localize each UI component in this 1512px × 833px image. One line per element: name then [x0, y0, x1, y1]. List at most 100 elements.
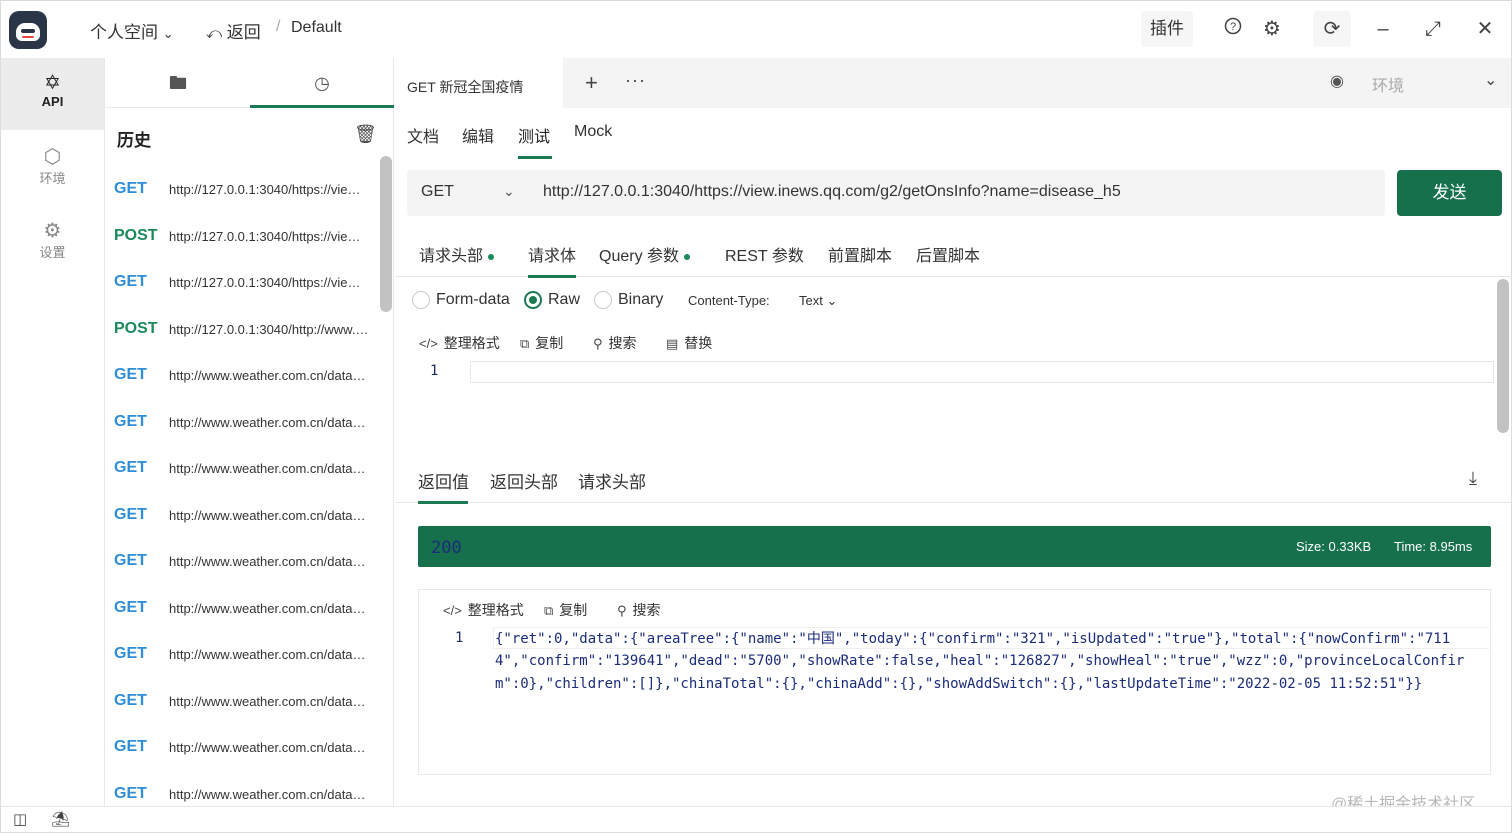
content-type-select[interactable]: Text ⌄ — [799, 293, 837, 309]
status-dot — [488, 253, 495, 260]
history-item[interactable]: GET http://127.0.0.1:3040/https://view.in… — [106, 166, 378, 213]
tab-response-body[interactable]: 返回值 — [418, 468, 469, 493]
history-url: http://www.weather.com.cn/data/sk/101010… — [169, 554, 369, 569]
replace-button[interactable]: ▤ 替换 — [666, 333, 712, 353]
shirt-icon[interactable]: ⛱ — [51, 810, 70, 828]
response-body-code[interactable]: {"ret":0,"data":{"areaTree":{"name":"中国"… — [495, 628, 1480, 695]
history-item[interactable]: GET http://www.weather.com.cn/data/sk/101… — [106, 631, 378, 678]
tab-pre-script[interactable]: 前置脚本 — [828, 242, 892, 266]
history-item[interactable]: GET http://www.weather.com.cn/data/sk/101… — [106, 724, 378, 771]
tab-post-script[interactable]: 后置脚本 — [916, 242, 980, 266]
history-url: http://www.weather.com.cn/data/sk/101010… — [169, 600, 369, 616]
tab-docs[interactable]: 文档 — [407, 123, 439, 147]
tab-edit[interactable]: 编辑 — [462, 123, 494, 147]
response-time: Time: 8.95ms — [1394, 539, 1473, 554]
tab-mock[interactable]: Mock — [574, 123, 612, 141]
history-item[interactable]: GET http://www.weather.com.cn/data/sk/101… — [106, 492, 378, 539]
tool-label: 搜索 — [632, 602, 661, 618]
request-tab-active[interactable]: GET 新冠全国疫情 — [395, 58, 563, 108]
history-url: http://127.0.0.1:3040/https://view.inews… — [169, 182, 369, 197]
tab-request-body[interactable]: 请求体 — [528, 242, 576, 266]
download-icon[interactable]: ⤓ — [1469, 468, 1477, 489]
tab-test[interactable]: 测试 — [518, 123, 550, 147]
history-method: GET — [114, 459, 147, 476]
environment-placeholder: 环境 — [1372, 78, 1405, 95]
trash-icon[interactable]: 🗑 — [354, 124, 377, 145]
copy-button[interactable]: ⧉ 复制 — [544, 600, 587, 620]
chevron-down-icon[interactable]: ⌄ — [503, 183, 515, 200]
tab-request-headers-sent[interactable]: 请求头部 — [578, 468, 646, 493]
nav-label: API — [41, 94, 64, 109]
content-type-value: Text — [799, 293, 823, 308]
back-button[interactable]: ⤺ 返回 — [206, 18, 261, 43]
copy-icon: ⧉ — [544, 603, 554, 618]
history-item[interactable]: GET http://www.weather.com.cn/data/sk/101… — [106, 445, 378, 492]
maximize-icon[interactable]: ⤢ — [1419, 15, 1447, 43]
undo-icon: ⤺ — [206, 25, 223, 42]
search-button[interactable]: ⚲ 搜索 — [593, 333, 637, 353]
nav-item-environment[interactable]: ⬡ 环境 — [1, 132, 104, 204]
request-body-editor[interactable] — [470, 361, 1494, 383]
tab-history[interactable]: ◷ — [250, 58, 394, 108]
history-item[interactable]: GET http://www.weather.com.cn/data/sk/101… — [106, 352, 378, 399]
send-button[interactable]: 发送 — [1397, 170, 1502, 216]
tab-rest-params[interactable]: REST 参数 — [725, 242, 804, 266]
sidebar-toggle-icon[interactable]: ◫ — [13, 810, 27, 828]
add-tab-icon[interactable]: + — [585, 70, 598, 96]
url-bar: GET ⌄ http://127.0.0.1:3040/https://view… — [407, 170, 1385, 216]
app-window: 个人空间 ⌄ ⤺ 返回 / Default 插件 ? ⚙ ⟳ – ⤢ ✕ ✡ A… — [0, 0, 1512, 833]
minimize-icon[interactable]: – — [1369, 15, 1397, 43]
chevron-down-icon: ⌄ — [1484, 72, 1498, 89]
svg-text:?: ? — [1230, 21, 1236, 33]
workspace-dropdown[interactable]: 个人空间 ⌄ — [90, 18, 174, 43]
history-item[interactable]: GET http://www.weather.com.cn/data/sk/101… — [106, 538, 378, 585]
format-button[interactable]: </> 整理格式 — [443, 600, 524, 620]
copy-button[interactable]: ⧉ 复制 — [520, 333, 563, 353]
nav-item-settings[interactable]: ⚙ 设置 — [1, 206, 104, 278]
refresh-icon: ⟳ — [1323, 18, 1341, 40]
history-item[interactable]: GET http://www.weather.com.cn/data/sk/101… — [106, 678, 378, 725]
main-scrollbar[interactable] — [1497, 279, 1509, 433]
format-button[interactable]: </> 整理格式 — [419, 333, 500, 353]
gear-icon[interactable]: ⚙ — [1258, 15, 1286, 43]
url-input[interactable]: http://127.0.0.1:3040/https://view.inews… — [543, 183, 1121, 201]
line-number: 1 — [455, 630, 464, 646]
breadcrumb-separator: / — [276, 18, 281, 35]
radio-form-data[interactable] — [412, 291, 430, 309]
history-scrollbar[interactable] — [380, 156, 392, 312]
app-logo — [9, 11, 47, 49]
history-url: http://www.weather.com.cn/data/sk/101010… — [169, 693, 369, 709]
plugin-button[interactable]: 插件 — [1141, 11, 1193, 47]
tab-response-headers[interactable]: 返回头部 — [490, 468, 558, 493]
status-code: 200 — [431, 538, 462, 558]
history-method: GET — [114, 505, 147, 523]
radio-raw[interactable] — [524, 291, 542, 309]
tab-query-params[interactable]: Query 参数 — [599, 242, 691, 266]
tool-label: 替换 — [684, 335, 713, 351]
tab-request-headers[interactable]: 请求头部 — [419, 242, 495, 266]
environment-icon: ⬡ — [43, 146, 62, 168]
history-item[interactable]: GET http://127.0.0.1:3040/https://view.in… — [106, 259, 378, 306]
line-number: 1 — [430, 363, 439, 379]
eye-icon[interactable]: ◉ — [1330, 71, 1344, 91]
history-url: http://www.weather.com.cn/data/sk/101010… — [169, 368, 369, 383]
tab-folder[interactable]: 🖿 — [106, 58, 250, 108]
breadcrumb-project[interactable]: Default — [291, 19, 342, 37]
back-label: 返回 — [226, 23, 261, 42]
refresh-button[interactable]: ⟳ — [1313, 11, 1351, 47]
nav-item-api[interactable]: ✡ API — [1, 58, 104, 130]
help-icon[interactable]: ? — [1219, 15, 1247, 43]
history-item[interactable]: POST http://127.0.0.1:3040/https://view.i… — [106, 213, 378, 260]
history-url: http://www.weather.com.cn/data/sk/101010… — [169, 507, 369, 523]
history-item[interactable]: GET http://www.weather.com.cn/data/sk/101… — [106, 399, 378, 446]
more-icon[interactable]: ··· — [625, 70, 646, 91]
history-item[interactable]: POST http://127.0.0.1:3040/http://www.wea… — [106, 306, 378, 353]
history-item[interactable]: GET http://www.weather.com.cn/data/sk/101… — [106, 585, 378, 632]
history-url: http://127.0.0.1:3040/https://view.inews… — [169, 228, 369, 244]
environment-select[interactable]: ◉ 环境 ⌄ — [1312, 58, 1511, 108]
search-button[interactable]: ⚲ 搜索 — [617, 600, 661, 620]
radio-binary[interactable] — [594, 291, 612, 309]
history-method: GET — [114, 180, 147, 197]
method-select[interactable]: GET — [421, 183, 454, 201]
close-icon[interactable]: ✕ — [1471, 15, 1499, 43]
